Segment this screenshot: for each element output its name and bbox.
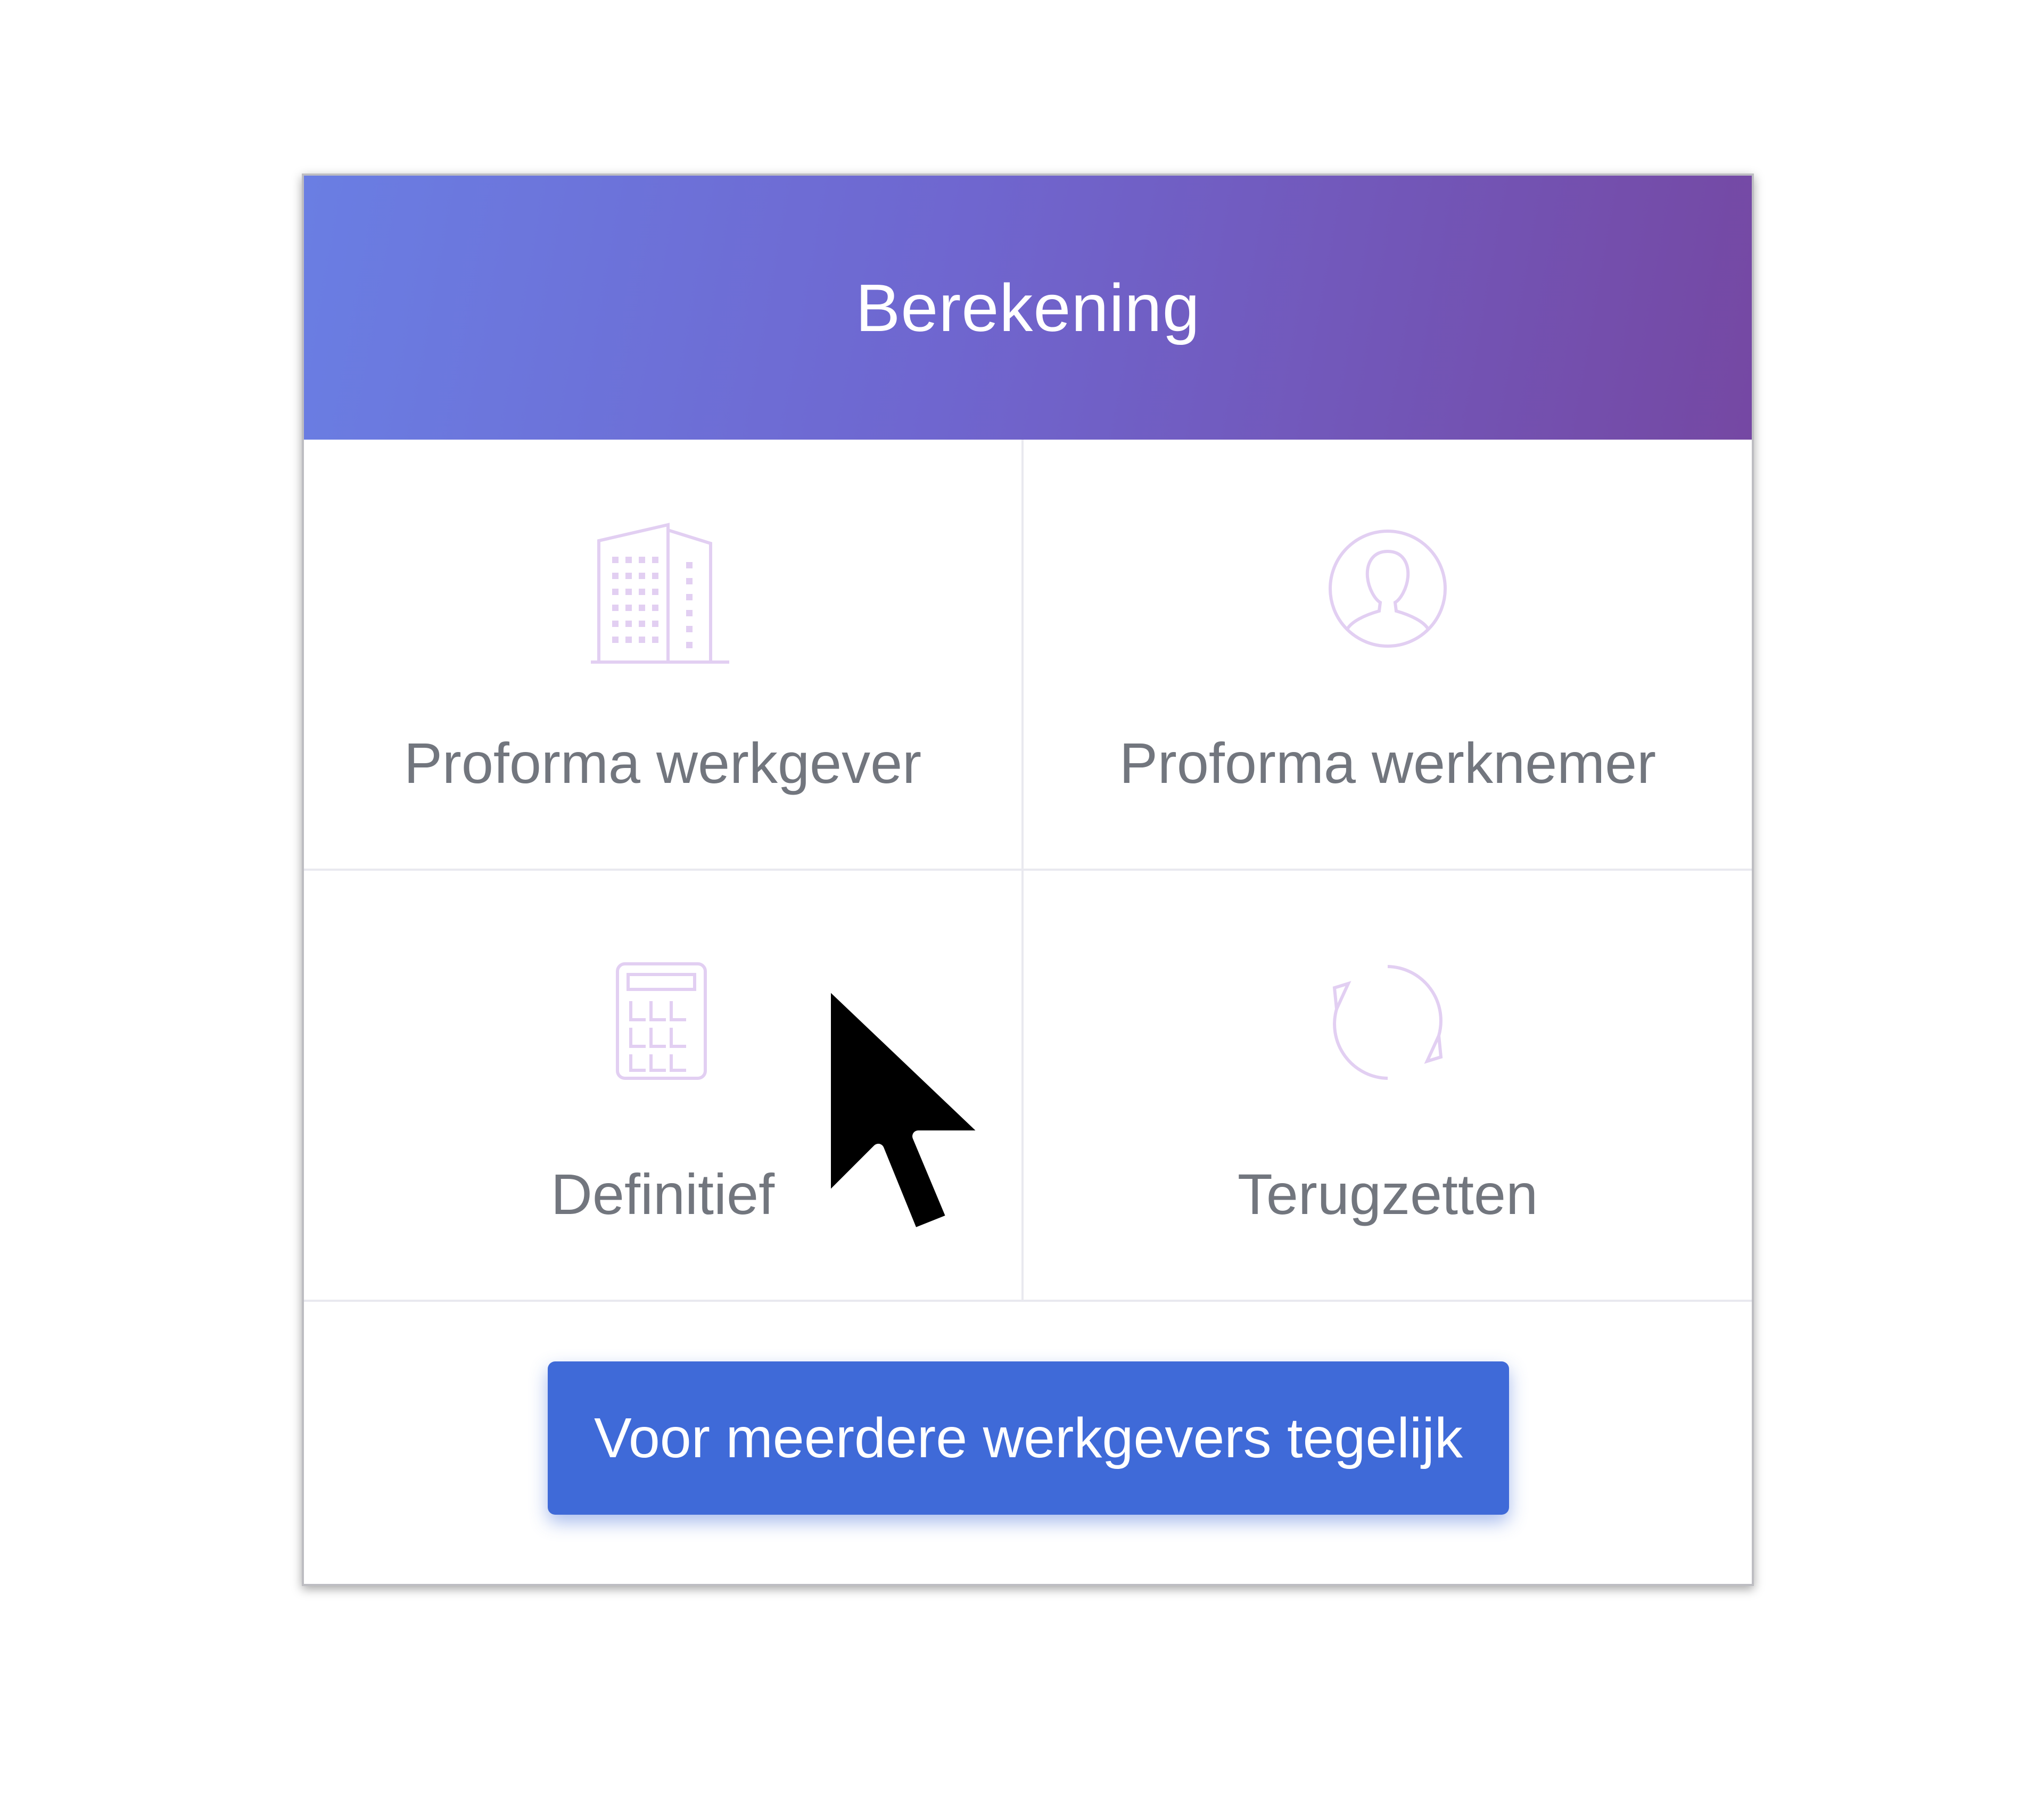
multi-employer-button[interactable]: Voor meerdere werkgevers tegelijk (548, 1361, 1509, 1515)
tile-label: Proforma werknemer (1119, 731, 1656, 795)
card-footer: Voor meerdere werkgevers tegelijk (304, 1302, 1752, 1586)
card-header: Berekening (304, 176, 1752, 440)
tile-proforma-werkgever[interactable]: Proforma werkgever (304, 440, 1024, 871)
page: Berekening Proforma werkgever Proforma w… (0, 0, 2044, 1817)
tile-label: Proforma werkgever (403, 731, 922, 795)
card-title: Berekening (855, 270, 1200, 345)
user-circle-icon (1329, 530, 1447, 648)
tile-terugzetten[interactable]: Terugzetten (1024, 871, 1752, 1302)
refresh-icon (1332, 965, 1443, 1080)
mouse-cursor-icon (819, 973, 996, 1241)
action-grid: Proforma werkgever Proforma werknemer De… (304, 440, 1752, 1302)
tile-proforma-werknemer[interactable]: Proforma werknemer (1024, 440, 1752, 871)
building-icon (591, 523, 729, 664)
tile-label: Terugzetten (1237, 1162, 1538, 1226)
berekening-card: Berekening Proforma werkgever Proforma w… (302, 174, 1754, 1586)
calculator-icon (616, 962, 707, 1080)
